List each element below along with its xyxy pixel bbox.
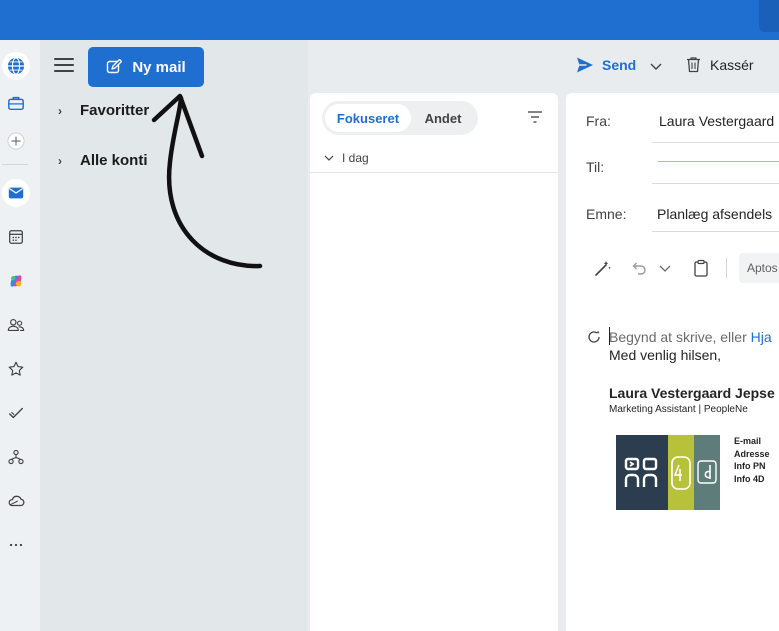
briefcase-icon[interactable] bbox=[2, 89, 30, 117]
signature-role: Marketing Assistant | PeopleNe bbox=[609, 404, 748, 415]
signature-link-info-4d[interactable]: Info 4D bbox=[734, 473, 770, 486]
mail-icon[interactable] bbox=[2, 179, 30, 207]
clipboard-icon[interactable] bbox=[690, 257, 712, 279]
chevron-down-icon[interactable] bbox=[654, 257, 676, 279]
signature-links: E-mail Adresse Info PN Info 4D bbox=[734, 435, 770, 485]
annotation-arrow bbox=[151, 93, 263, 269]
4d-mark-icon bbox=[694, 435, 720, 510]
calendar-icon[interactable] bbox=[2, 223, 30, 251]
more-icon[interactable] bbox=[2, 531, 30, 559]
folder-label: Alle konti bbox=[80, 152, 148, 169]
body-placeholder[interactable]: Begynd at skrive, eller Hja bbox=[609, 329, 772, 345]
hamburger-menu-icon[interactable] bbox=[54, 58, 74, 74]
peoplenet-logo-icon bbox=[616, 435, 668, 510]
favorites-icon[interactable] bbox=[2, 355, 30, 383]
divider bbox=[310, 172, 558, 173]
signature-name: Laura Vestergaard Jepse bbox=[609, 385, 775, 401]
divider bbox=[652, 183, 779, 184]
copilot-icon[interactable] bbox=[2, 267, 30, 295]
divider bbox=[726, 258, 727, 278]
compose-pane: Fra: Laura Vestergaard Til: Emne: Planlæ… bbox=[566, 93, 779, 631]
format-toolbar: Aptos bbox=[592, 253, 779, 283]
folder-favorites[interactable]: › Favoritter bbox=[58, 102, 149, 119]
folder-all-accounts[interactable]: › Alle konti bbox=[58, 152, 148, 169]
onedrive-icon[interactable] bbox=[2, 487, 30, 515]
filter-icon[interactable] bbox=[528, 111, 542, 123]
discard-label: Kassér bbox=[710, 56, 754, 73]
send-button[interactable]: Send bbox=[576, 56, 636, 74]
folder-label: Favoritter bbox=[80, 102, 150, 119]
chevron-right-icon: › bbox=[58, 153, 62, 168]
font-family-select[interactable]: Aptos bbox=[739, 253, 779, 283]
message-list: Fokuseret Andet I dag bbox=[310, 93, 558, 631]
4d-logo-icon bbox=[668, 435, 694, 510]
from-field[interactable]: Laura Vestergaard bbox=[659, 113, 774, 129]
tab-focused[interactable]: Fokuseret bbox=[325, 104, 411, 132]
globe-icon[interactable] bbox=[2, 52, 30, 80]
rail-divider bbox=[2, 164, 28, 165]
divider bbox=[652, 231, 779, 232]
divider bbox=[652, 142, 779, 143]
greeting-text: Med venlig hilsen, bbox=[609, 347, 722, 363]
placeholder-link[interactable]: Hja bbox=[751, 329, 772, 345]
subject-label: Emne: bbox=[586, 206, 627, 222]
new-mail-label: Ny mail bbox=[132, 58, 186, 76]
to-field[interactable] bbox=[658, 161, 779, 162]
inbox-pivot: Fokuseret Andet bbox=[322, 101, 478, 135]
app-rail bbox=[0, 40, 40, 631]
people-icon[interactable] bbox=[2, 311, 30, 339]
signature-link-email[interactable]: E-mail bbox=[734, 435, 770, 448]
top-bar bbox=[0, 0, 779, 40]
group-label: I dag bbox=[342, 151, 369, 165]
discard-button[interactable]: Kassér bbox=[685, 56, 754, 73]
org-icon[interactable] bbox=[2, 443, 30, 471]
subject-field[interactable]: Planlæg afsendels bbox=[657, 206, 772, 222]
add-icon[interactable] bbox=[2, 127, 30, 155]
tab-other[interactable]: Andet bbox=[411, 104, 475, 132]
to-label: Til: bbox=[586, 159, 605, 175]
signature-logo bbox=[616, 435, 720, 510]
chevron-right-icon: › bbox=[58, 103, 62, 118]
group-header-today[interactable]: I dag bbox=[324, 151, 369, 165]
chevron-down-icon[interactable] bbox=[650, 60, 662, 72]
new-mail-button[interactable]: Ny mail bbox=[88, 47, 204, 87]
send-label: Send bbox=[602, 57, 637, 73]
account-button[interactable] bbox=[759, 0, 779, 32]
signature-link-address[interactable]: Adresse bbox=[734, 448, 770, 461]
compose-icon bbox=[107, 59, 123, 74]
send-icon bbox=[577, 57, 593, 73]
loop-icon[interactable] bbox=[585, 328, 603, 346]
undo-icon[interactable] bbox=[628, 257, 650, 279]
trash-icon bbox=[687, 57, 700, 73]
magic-wand-icon[interactable] bbox=[592, 257, 614, 279]
placeholder-text: Begynd at skrive, eller bbox=[609, 329, 751, 345]
chevron-down-icon bbox=[324, 155, 334, 161]
from-label: Fra: bbox=[586, 113, 611, 129]
todo-icon[interactable] bbox=[2, 399, 30, 427]
signature-link-info-pn[interactable]: Info PN bbox=[734, 460, 770, 473]
